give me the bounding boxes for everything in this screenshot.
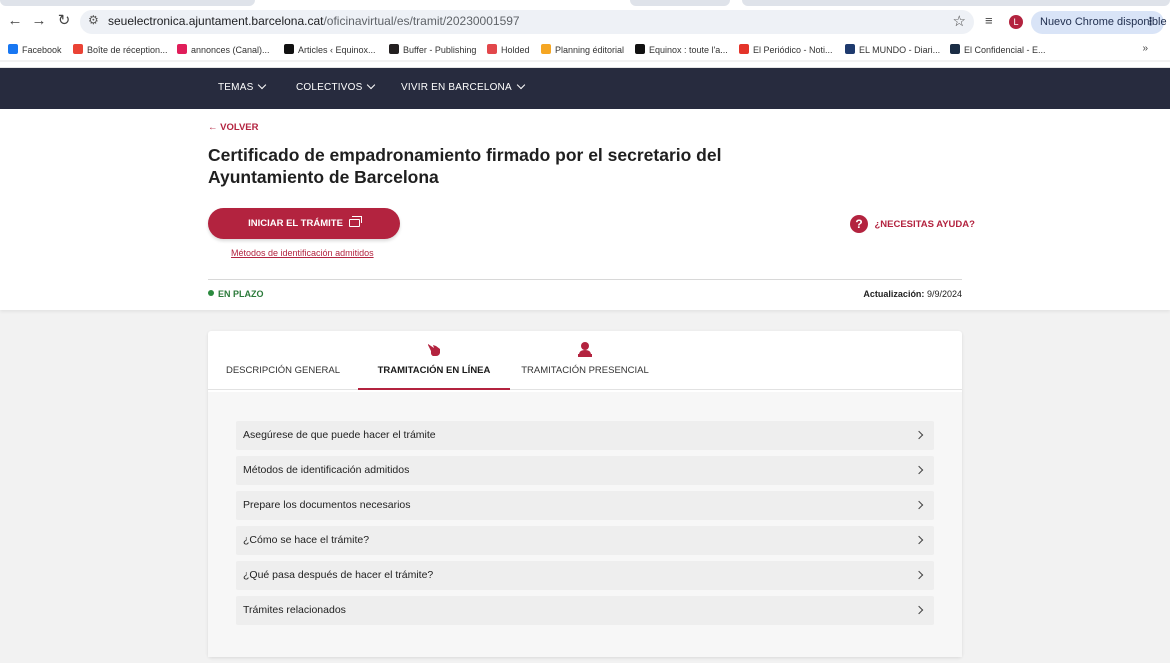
person-desk-icon bbox=[578, 342, 592, 357]
accordion-item-label: ¿Cómo se hace el trámite? bbox=[243, 534, 370, 546]
status-dot-icon bbox=[208, 290, 214, 296]
accordion-item[interactable]: ¿Qué pasa después de hacer el trámite? bbox=[236, 561, 934, 590]
chevron-right-icon bbox=[914, 605, 924, 615]
tab-tramitacion-en-linea[interactable]: TRAMITACIÓN EN LÍNEA bbox=[358, 331, 510, 390]
accordion-item[interactable]: Métodos de identificación admitidos bbox=[236, 456, 934, 485]
site-navigation: TEMAS COLECTIVOS VIVIR EN BARCELONA bbox=[0, 68, 1170, 109]
chevron-right-icon bbox=[914, 570, 924, 580]
pointing-hand-icon bbox=[428, 344, 440, 356]
last-updated: Actualización: 9/9/2024 bbox=[863, 289, 962, 299]
bookmark-label: Buffer - Publishing bbox=[403, 45, 477, 55]
help-link[interactable]: ? ¿NECESITAS AYUDA? bbox=[850, 215, 975, 233]
bookmark-label: Articles ‹ Equinox... bbox=[298, 45, 376, 55]
accordion-item-label: Asegúrese de que puede hacer el trámite bbox=[243, 429, 436, 441]
nav-item-colectivos[interactable]: COLECTIVOS bbox=[296, 80, 376, 93]
bookmark-favicon-icon bbox=[635, 44, 645, 54]
bookmark-item[interactable]: El Confidencial - E... bbox=[950, 43, 1046, 57]
browser-tab[interactable] bbox=[742, 0, 1170, 6]
bookmark-label: Equinox : toute l'a... bbox=[649, 45, 728, 55]
address-bar[interactable]: ⚙ seuelectronica.ajuntament.barcelona.ca… bbox=[80, 10, 974, 34]
bookmark-item[interactable]: Articles ‹ Equinox... bbox=[284, 43, 376, 57]
accordion-item-label: Trámites relacionados bbox=[243, 604, 346, 616]
accordion-item-label: Métodos de identificación admitidos bbox=[243, 464, 410, 476]
bookmark-favicon-icon bbox=[541, 44, 551, 54]
reload-icon[interactable]: ↻ bbox=[55, 12, 73, 30]
chevron-right-icon bbox=[914, 430, 924, 440]
browser-toolbar: ← → ↻ ⚙ seuelectronica.ajuntament.barcel… bbox=[0, 0, 1170, 40]
url-text: seuelectronica.ajuntament.barcelona.cat/… bbox=[108, 14, 520, 28]
new-window-icon bbox=[348, 216, 362, 227]
chevron-down-icon bbox=[516, 80, 526, 90]
tab-tramitacion-presencial[interactable]: TRAMITACIÓN PRESENCIAL bbox=[510, 331, 660, 390]
bookmark-favicon-icon bbox=[8, 44, 18, 54]
bookmark-item[interactable]: Equinox : toute l'a... bbox=[635, 43, 728, 57]
identification-methods-link[interactable]: Métodos de identificación admitidos bbox=[231, 248, 374, 258]
back-link[interactable]: ← VOLVER bbox=[208, 122, 259, 133]
bookmark-label: El Periódico - Noti... bbox=[753, 45, 833, 55]
bookmark-item[interactable]: El Periódico - Noti... bbox=[739, 43, 833, 57]
bookmark-item[interactable]: Boîte de réception... bbox=[73, 43, 168, 57]
chevron-down-icon bbox=[367, 80, 376, 90]
bookmark-favicon-icon bbox=[284, 44, 294, 54]
bookmark-favicon-icon bbox=[739, 44, 749, 54]
chevron-right-icon bbox=[914, 465, 924, 475]
accordion-item[interactable]: ¿Cómo se hace el trámite? bbox=[236, 526, 934, 555]
start-procedure-button[interactable]: INICIAR EL TRÁMITE bbox=[208, 208, 400, 239]
avatar[interactable]: L bbox=[1009, 15, 1023, 29]
bookmark-label: EL MUNDO - Diari... bbox=[859, 45, 941, 55]
bookmark-favicon-icon bbox=[73, 44, 83, 54]
procedure-card: DESCRIPCIÓN GENERAL TRAMITACIÓN EN LÍNEA… bbox=[208, 331, 962, 657]
procedure-header: ← VOLVER Certificado de empadronamiento … bbox=[0, 109, 1170, 310]
divider bbox=[208, 279, 962, 280]
bookmark-item[interactable]: Holded bbox=[487, 43, 530, 57]
status-badge: EN PLAZO bbox=[208, 289, 264, 299]
question-icon: ? bbox=[850, 215, 868, 233]
bookmark-favicon-icon bbox=[177, 44, 187, 54]
bookmark-favicon-icon bbox=[389, 44, 399, 54]
chevron-right-icon bbox=[914, 500, 924, 510]
tab-descripcion-general[interactable]: DESCRIPCIÓN GENERAL bbox=[208, 331, 358, 390]
site-info-icon[interactable]: ⚙ bbox=[88, 13, 99, 27]
bookmark-label: Planning éditorial bbox=[555, 45, 625, 55]
forward-icon[interactable]: → bbox=[30, 12, 48, 30]
browser-tab[interactable] bbox=[0, 0, 255, 6]
accordion-item[interactable]: Asegúrese de que puede hacer el trámite bbox=[236, 421, 934, 450]
media-controls-icon[interactable]: ≡ bbox=[985, 13, 993, 28]
bookmark-label: Boîte de réception... bbox=[87, 45, 168, 55]
more-bookmarks-icon[interactable]: » bbox=[1142, 43, 1148, 54]
bookmark-star-icon[interactable]: ☆ bbox=[953, 12, 966, 30]
accordion-item[interactable]: Trámites relacionados bbox=[236, 596, 934, 625]
bookmark-item[interactable]: Buffer - Publishing bbox=[389, 43, 476, 57]
chevron-right-icon bbox=[914, 535, 924, 545]
bookmark-label: annonces (Canal)... bbox=[191, 45, 270, 55]
tab-bar: DESCRIPCIÓN GENERAL TRAMITACIÓN EN LÍNEA… bbox=[208, 331, 962, 390]
accordion-item-label: ¿Qué pasa después de hacer el trámite? bbox=[243, 569, 434, 581]
bookmark-label: El Confidencial - E... bbox=[964, 45, 1046, 55]
browser-tab[interactable] bbox=[630, 0, 730, 6]
bookmark-label: Facebook bbox=[22, 45, 62, 55]
page-title: Certificado de empadronamiento firmado p… bbox=[208, 145, 722, 187]
nav-item-temas[interactable]: TEMAS bbox=[218, 80, 267, 93]
nav-item-vivir-en-barcelona[interactable]: VIVIR EN BARCELONA bbox=[401, 80, 526, 93]
chrome-update-button[interactable]: Nuevo Chrome disponible ⋮ bbox=[1031, 11, 1167, 34]
accordion-item[interactable]: Prepare los documentos necesarios bbox=[236, 491, 934, 520]
accordion-item-label: Prepare los documentos necesarios bbox=[243, 499, 411, 511]
bookmark-item[interactable]: Planning éditorial bbox=[541, 43, 624, 57]
tab-panel: Asegúrese de que puede hacer el trámite M… bbox=[208, 392, 962, 657]
bookmark-item[interactable]: Facebook bbox=[8, 43, 62, 57]
bookmark-favicon-icon bbox=[950, 44, 960, 54]
bookmark-favicon-icon bbox=[845, 44, 855, 54]
bookmarks-bar: Facebook Boîte de réception... annonces (C… bbox=[0, 40, 1170, 60]
chevron-down-icon bbox=[258, 80, 267, 90]
arrow-left-icon: ← bbox=[208, 122, 218, 133]
bookmark-label: Holded bbox=[501, 45, 530, 55]
bookmark-favicon-icon bbox=[487, 44, 497, 54]
bookmark-item[interactable]: EL MUNDO - Diari... bbox=[845, 43, 940, 57]
kebab-menu-icon[interactable]: ⋮ bbox=[1145, 11, 1156, 34]
back-icon[interactable]: ← bbox=[6, 12, 24, 30]
bookmark-item[interactable]: annonces (Canal)... bbox=[177, 43, 270, 57]
